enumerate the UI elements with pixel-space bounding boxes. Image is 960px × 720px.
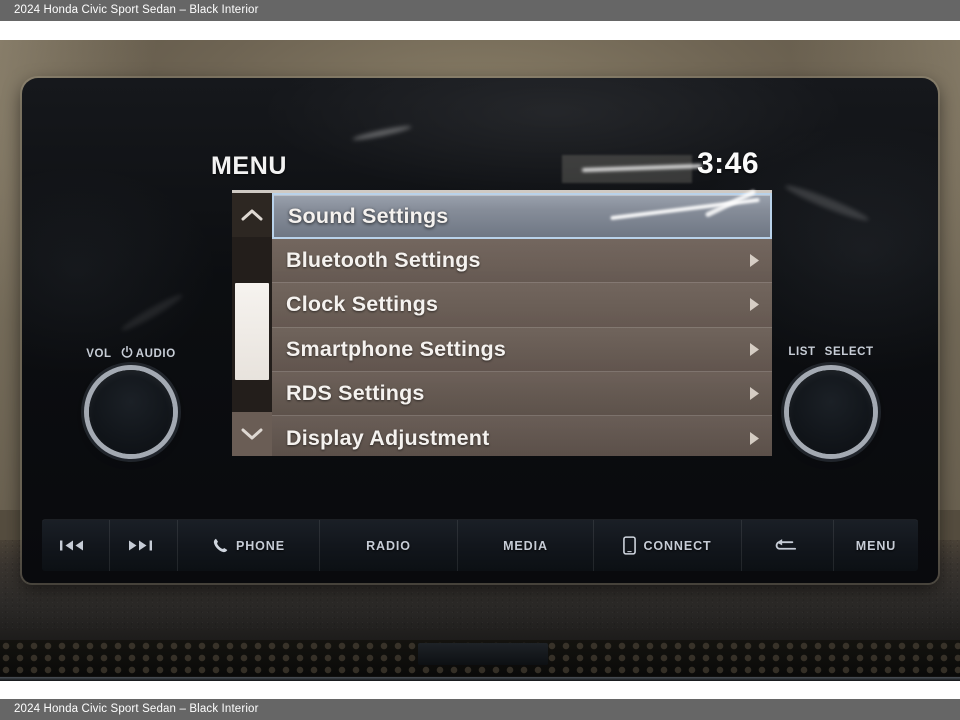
- menu-item-smartphone-settings[interactable]: Smartphone Settings: [272, 327, 772, 372]
- menu-item-label: Clock Settings: [286, 292, 439, 317]
- volume-knob-group: VOL AUDIO: [68, 345, 194, 476]
- skip-back-icon: [59, 539, 85, 552]
- page-title: MENU: [211, 152, 288, 180]
- scrollbar-thumb[interactable]: [235, 283, 269, 380]
- media-button[interactable]: MEDIA: [458, 520, 594, 571]
- vol-label: VOL: [86, 347, 112, 360]
- menu-item-label: Bluetooth Settings: [286, 248, 481, 273]
- scrollbar-track[interactable]: [232, 237, 272, 415]
- radio-label: RADIO: [366, 538, 411, 553]
- chevron-right-icon: [746, 386, 762, 402]
- menu-button[interactable]: MENU: [834, 520, 918, 571]
- menu-item-label: Smartphone Settings: [286, 336, 507, 361]
- chevron-right-icon: [746, 430, 762, 446]
- chevron-right-icon: [746, 297, 762, 313]
- chevron-right-icon: [746, 341, 762, 357]
- vehicle-photo: MENU 3:46 Sound Settings Bluetooth Setti…: [0, 40, 960, 681]
- phone-label: PHONE: [236, 538, 285, 553]
- menu-item-display-adjustment[interactable]: Display Adjustment: [272, 416, 772, 461]
- select-knob-group: LIST SELECT: [768, 346, 894, 476]
- vent-center-block: [418, 643, 548, 665]
- chevron-up-icon[interactable]: [232, 193, 272, 237]
- volume-power-knob[interactable]: [89, 370, 173, 454]
- caption-bottom: 2024 Honda Civic Sport Sedan – Black Int…: [0, 699, 960, 720]
- white-gap-top: [0, 21, 960, 40]
- phone-icon: [212, 537, 229, 554]
- chevron-down-icon[interactable]: [232, 412, 272, 456]
- select-label: SELECT: [824, 346, 874, 358]
- head-unit-button-bar: PHONE RADIO MEDIA CONNECT MENU: [42, 519, 918, 571]
- power-icon: [121, 345, 133, 361]
- clock-display: 3:46: [696, 147, 759, 180]
- menu-item-label: RDS Settings: [286, 381, 425, 406]
- settings-menu-list: Sound Settings Bluetooth Settings Clock …: [272, 189, 772, 461]
- glass-smudge: [783, 181, 871, 225]
- skip-back-button[interactable]: [42, 520, 110, 571]
- menu-item-clock-settings[interactable]: Clock Settings: [272, 283, 772, 328]
- menu-item-label: Display Adjustment: [286, 425, 490, 450]
- smartphone-icon: [623, 536, 637, 555]
- list-label: LIST: [788, 346, 816, 358]
- glass-smudge: [119, 291, 185, 334]
- white-gap-bottom: [0, 681, 960, 699]
- phone-button[interactable]: PHONE: [178, 520, 320, 571]
- infotainment-head-unit: MENU 3:46 Sound Settings Bluetooth Setti…: [22, 78, 938, 583]
- chevron-right-icon: [746, 253, 762, 269]
- audio-label: AUDIO: [135, 347, 176, 360]
- radio-button[interactable]: RADIO: [320, 520, 458, 571]
- menu-item-rds-settings[interactable]: RDS Settings: [272, 371, 772, 417]
- connect-label: CONNECT: [643, 538, 712, 553]
- screenshot-root: 2024 Honda Civic Sport Sedan – Black Int…: [0, 0, 960, 720]
- menu-scroll-rail[interactable]: [232, 193, 272, 456]
- back-button[interactable]: [742, 520, 834, 571]
- caption-top: 2024 Honda Civic Sport Sedan – Black Int…: [0, 0, 960, 21]
- menu-item-label: Sound Settings: [288, 203, 449, 228]
- menu-item-bluetooth-settings[interactable]: Bluetooth Settings: [272, 239, 772, 284]
- settings-menu-panel: Sound Settings Bluetooth Settings Clock …: [232, 189, 772, 461]
- list-select-knob[interactable]: [789, 370, 873, 454]
- menu-label: MENU: [855, 538, 897, 553]
- back-arrow-icon: [771, 538, 797, 553]
- lcd-display: MENU 3:46 Sound Settings Bluetooth Setti…: [187, 120, 772, 461]
- skip-forward-button[interactable]: [110, 520, 178, 571]
- media-label: MEDIA: [503, 538, 548, 553]
- connect-button[interactable]: CONNECT: [594, 520, 742, 571]
- menu-item-sound-settings[interactable]: Sound Settings: [272, 189, 772, 239]
- skip-forward-icon: [127, 539, 153, 552]
